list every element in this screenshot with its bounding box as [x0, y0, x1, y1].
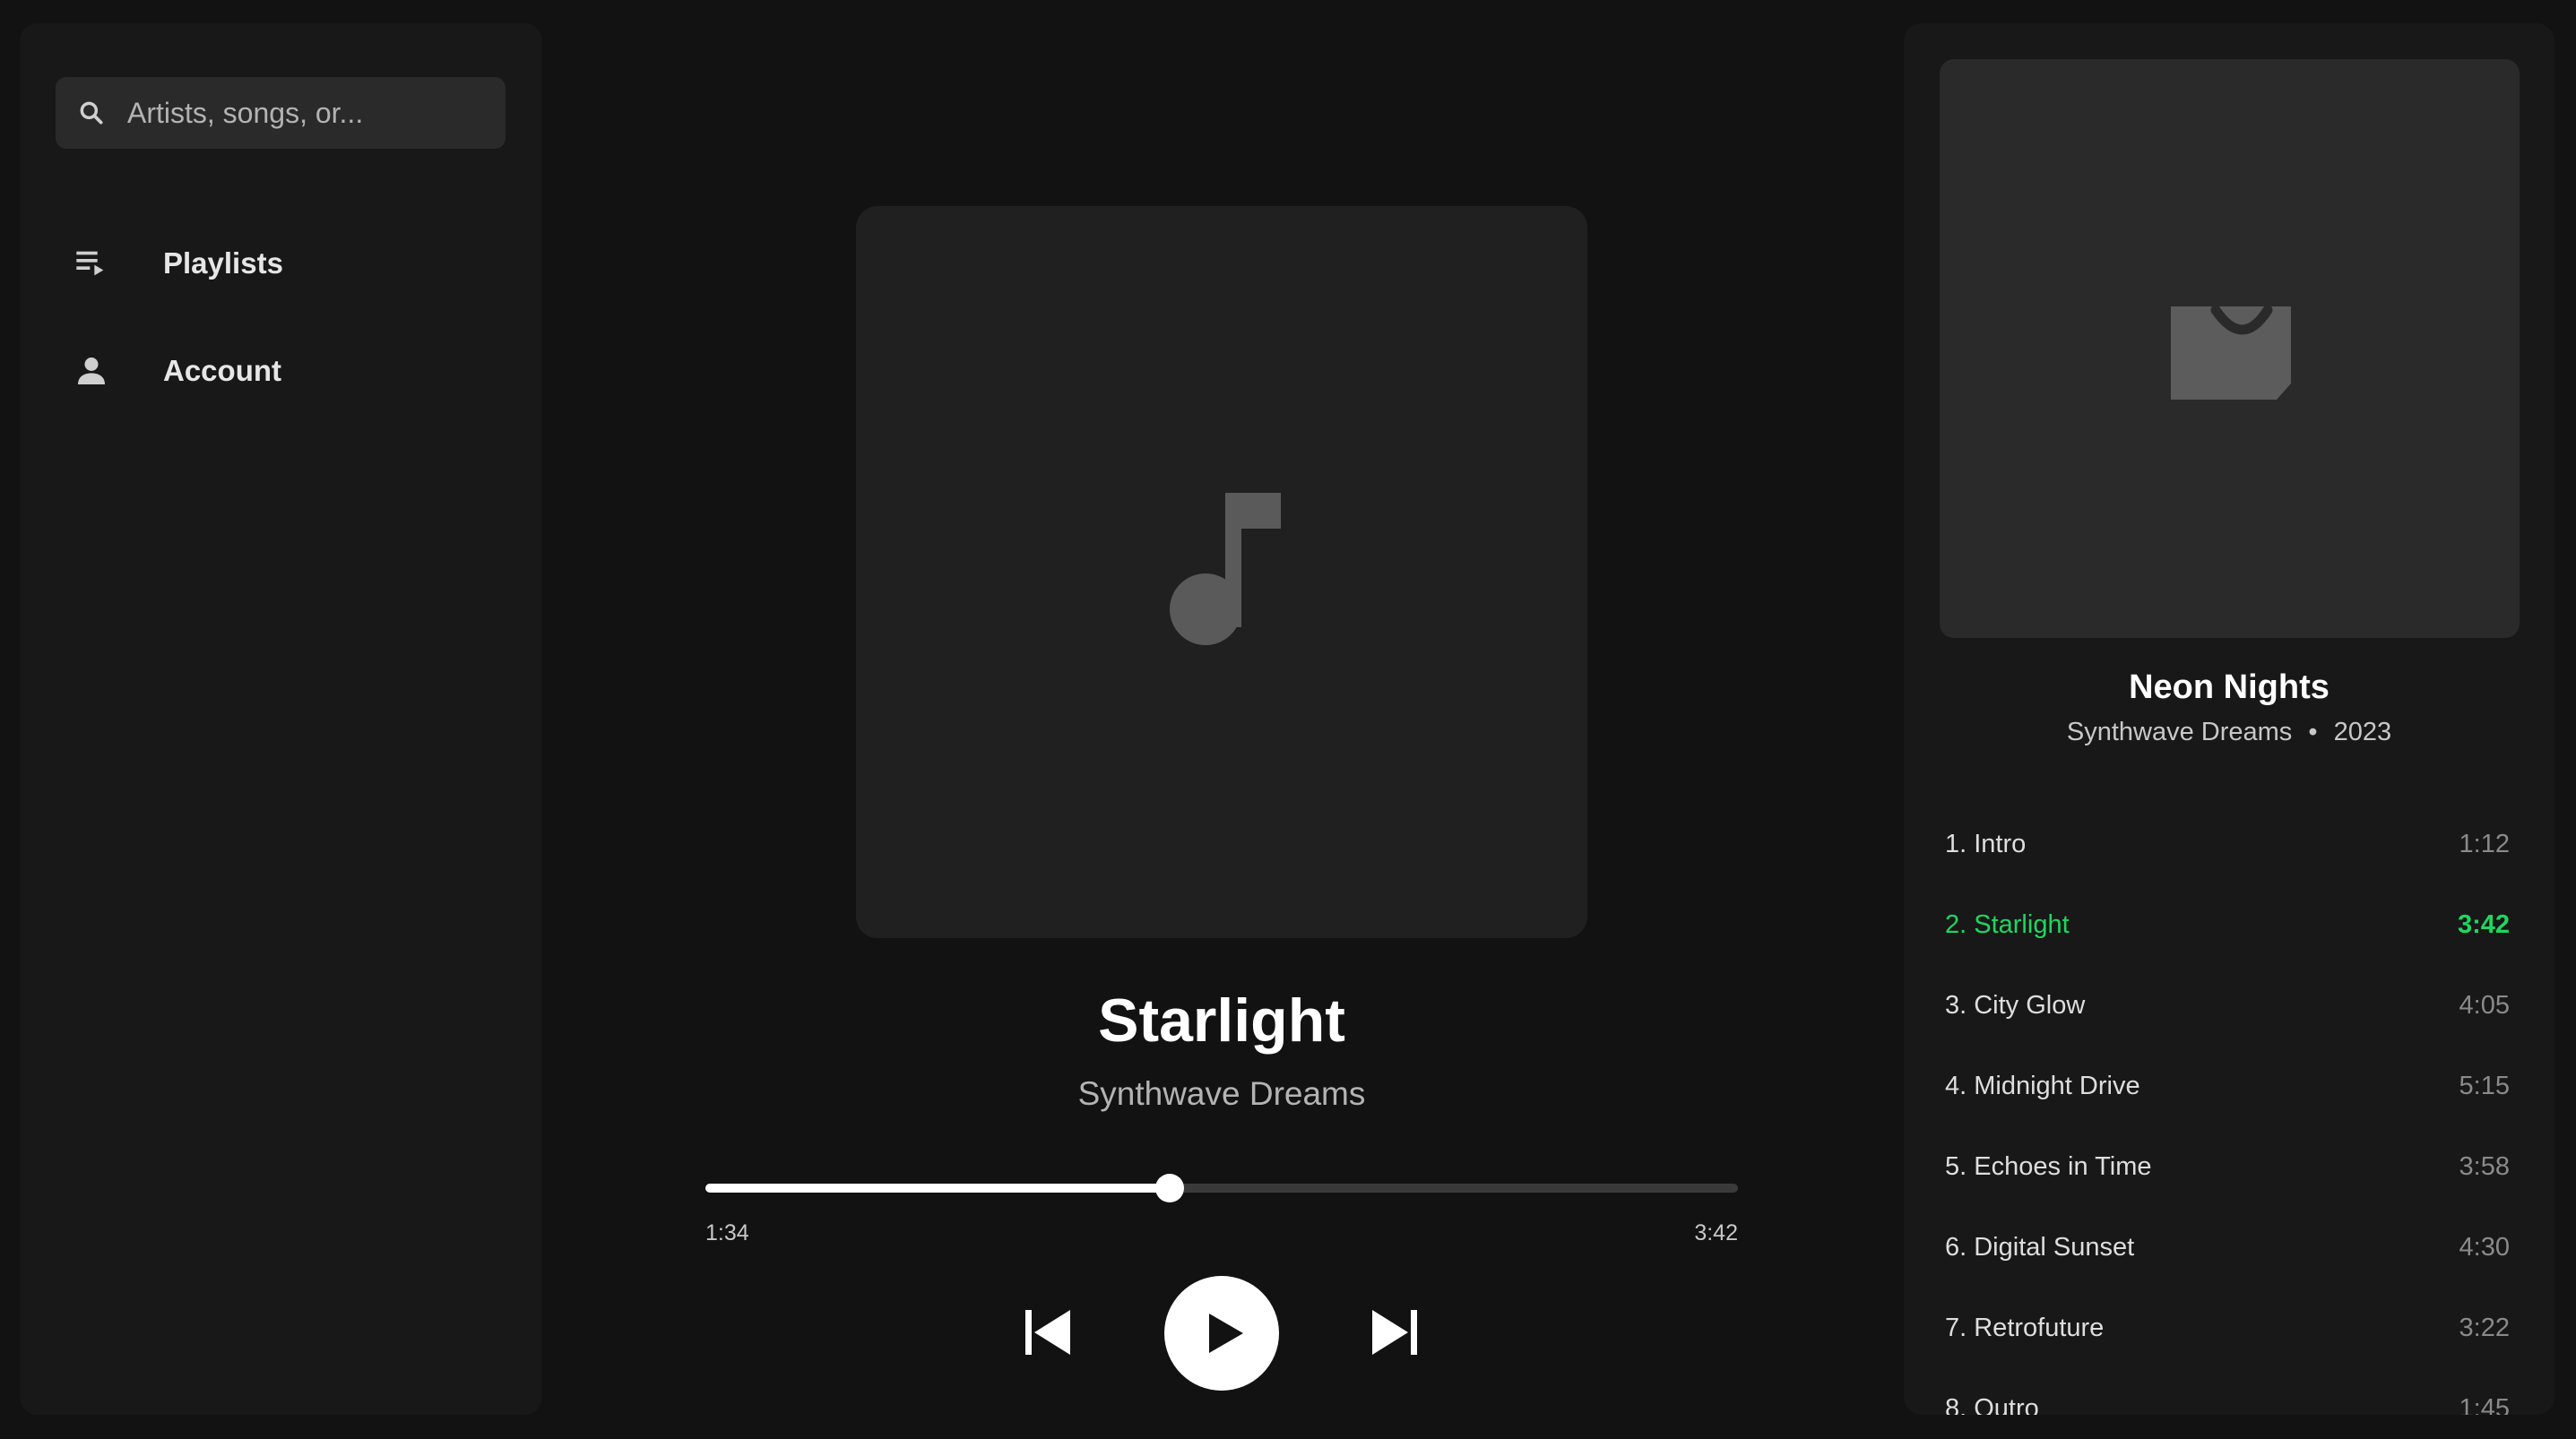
track-name: 2. Starlight: [1945, 910, 2070, 939]
total-time: 3:42: [1694, 1220, 1738, 1245]
track-name: 1. Intro: [1945, 830, 2027, 858]
track-row[interactable]: 5. Echoes in Time 3:58: [1918, 1134, 2537, 1206]
track-row[interactable]: 3. City Glow 4:05: [1918, 973, 2537, 1045]
play-button[interactable]: [1164, 1276, 1279, 1391]
play-icon: [1209, 1314, 1243, 1353]
search-icon: [80, 101, 103, 125]
next-button[interactable]: [1367, 1308, 1421, 1357]
track-row[interactable]: 7. Retrofuture 3:22: [1918, 1296, 2537, 1367]
person-icon: [78, 358, 105, 384]
track-row[interactable]: 8. Outro 1:45: [1918, 1376, 2537, 1415]
now-playing-artwork: [856, 206, 1587, 938]
track-duration: 1:45: [2459, 1394, 2510, 1415]
previous-button[interactable]: [1022, 1308, 1076, 1357]
track-duration: 5:15: [2459, 1072, 2510, 1100]
sidebar: Playlists Account: [20, 23, 542, 1415]
sidebar-item-label: Playlists: [163, 246, 283, 280]
sidebar-item-account[interactable]: Account: [73, 344, 504, 398]
track-row[interactable]: 1. Intro 1:12: [1918, 812, 2537, 883]
track-name: 7. Retrofuture: [1945, 1314, 2105, 1342]
album-placeholder-icon: [2171, 305, 2291, 400]
album-year: 2023: [2333, 718, 2392, 746]
album-meta: Synthwave Dreams • 2023: [1904, 718, 2554, 747]
progress-fill: [705, 1184, 1171, 1193]
track-duration: 3:42: [2457, 910, 2510, 939]
track-artist[interactable]: Synthwave Dreams: [856, 1075, 1587, 1113]
track-name: 6. Digital Sunset: [1945, 1233, 2135, 1262]
track-row[interactable]: 6. Digital Sunset 4:30: [1918, 1215, 2537, 1287]
skip-next-icon: [1372, 1310, 1417, 1355]
skip-previous-icon: [1025, 1310, 1070, 1355]
track-duration: 3:58: [2459, 1152, 2510, 1181]
music-player-app: Playlists Account Starlight Synthwave Dr…: [0, 0, 2576, 1439]
search-box[interactable]: [56, 77, 506, 149]
track-duration: 4:30: [2459, 1233, 2510, 1262]
search-input[interactable]: [127, 77, 486, 149]
track-row-active[interactable]: 2. Starlight 3:42: [1918, 892, 2537, 964]
track-duration: 1:12: [2459, 830, 2510, 858]
track-title: Starlight: [1098, 987, 1345, 1055]
track-name: 8. Outro: [1945, 1394, 2039, 1415]
track-duration: 4:05: [2459, 991, 2510, 1020]
progress-slider[interactable]: [705, 1174, 1738, 1202]
album-title: Neon Nights: [2129, 668, 2330, 706]
meta-separator: •: [2308, 718, 2318, 746]
track-name: 5. Echoes in Time: [1945, 1152, 2152, 1181]
track-name: 4. Midnight Drive: [1945, 1072, 2140, 1100]
album-panel: Neon Nights Synthwave Dreams • 2023 1. I…: [1904, 23, 2554, 1415]
sidebar-item-playlists[interactable]: Playlists: [73, 237, 504, 290]
sidebar-item-label: Account: [163, 354, 281, 387]
playlist-icon: [76, 251, 104, 276]
current-time: 1:34: [705, 1220, 749, 1245]
music-note-icon: [1170, 493, 1281, 645]
album-artist[interactable]: Synthwave Dreams: [2067, 718, 2292, 746]
album-artwork: [1940, 59, 2520, 638]
track-name: 3. City Glow: [1945, 991, 2086, 1020]
progress-knob[interactable]: [1155, 1174, 1185, 1202]
track-row[interactable]: 4. Midnight Drive 5:15: [1918, 1054, 2537, 1125]
track-duration: 3:22: [2459, 1314, 2510, 1342]
